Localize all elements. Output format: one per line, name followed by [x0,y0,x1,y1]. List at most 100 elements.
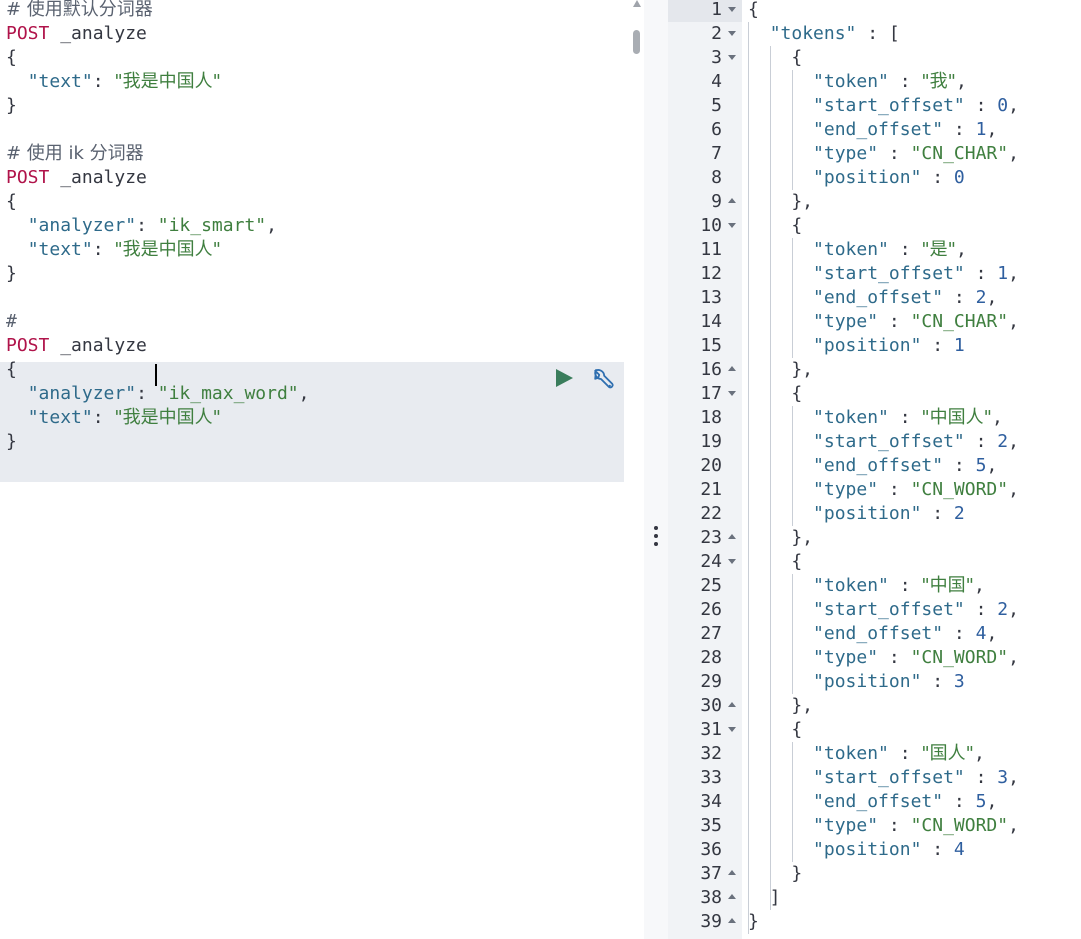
request-line[interactable]: POST _analyze [6,334,626,358]
gutter-line: 36 [668,838,742,862]
request-line[interactable] [6,286,626,310]
code-token-key: "end_offset" [813,119,944,140]
code-token-punct [748,263,813,284]
code-token-punct: }, [748,359,814,380]
gutter-line: 10 [668,214,742,238]
request-editor[interactable]: # 使用默认分词器 POST _analyze{ "text": "我是中国人"}… [0,0,644,939]
code-token-punct: , [991,407,1003,428]
code-token-key: "start_offset" [813,263,965,284]
request-line[interactable]: } [6,94,626,118]
gutter-line: 2 [668,22,742,46]
line-number: 30 [700,695,722,716]
code-token-key: "text" [27,407,93,428]
request-settings-button[interactable] [590,366,616,392]
code-token-key: "analyzer" [27,215,137,236]
code-token-punct [6,383,28,404]
fold-caret-down-icon[interactable] [728,727,736,732]
code-token-punct: : [964,431,998,452]
line-number: 9 [711,191,722,212]
fold-caret-down-icon[interactable] [728,391,736,396]
request-line[interactable]: } [6,262,626,286]
fold-caret-up-icon[interactable] [728,894,736,899]
code-token-punct: }, [748,191,814,212]
request-line[interactable]: POST _analyze [6,166,626,190]
code-token-num: 3 [997,767,1009,788]
fold-caret-up-icon[interactable] [728,918,736,923]
gutter-line: 26 [668,598,742,622]
gutter-line: 30 [668,694,742,718]
code-token-punct: { [748,47,803,68]
code-token-brace: { [6,191,17,212]
code-token-punct [748,623,813,644]
fold-caret-down-icon[interactable] [728,559,736,564]
code-token-punct: }, [748,527,814,548]
line-number: 13 [700,287,722,308]
line-number: 6 [711,119,722,140]
request-editor-lines: # 使用默认分词器 POST _analyze{ "text": "我是中国人"}… [6,0,626,454]
fold-caret-down-icon[interactable] [728,31,736,36]
fold-caret-down-icon[interactable] [728,223,736,228]
request-line[interactable]: "text": "我是中国人" [6,406,626,430]
fold-caret-up-icon[interactable] [728,702,736,707]
code-token-key: "start_offset" [813,95,965,116]
code-token-key: "text" [27,71,93,92]
gutter-line: 24 [668,550,742,574]
request-line[interactable]: { [6,358,626,382]
code-token-str: "中国人" [921,407,992,428]
code-token-punct [748,791,813,812]
code-token-punct: , [1008,815,1019,836]
request-line[interactable]: "text": "我是中国人" [6,70,626,94]
response-line: }, [748,694,813,718]
request-line[interactable]: POST _analyze [6,22,626,46]
code-token-num: 5 [975,791,987,812]
code-token-punct: , [986,623,998,644]
code-token-punct [748,503,813,524]
fold-caret-up-icon[interactable] [728,366,736,371]
send-request-button[interactable] [552,366,576,390]
code-token-key: "token" [813,239,889,260]
code-token-punct [748,815,813,836]
request-line[interactable]: # 使用默认分词器 [6,0,626,22]
request-line[interactable]: "analyzer": "ik_max_word", [6,382,626,406]
fold-caret-down-icon[interactable] [728,55,736,60]
pane-resizer[interactable] [644,0,668,939]
code-token-key: "tokens" [769,23,857,44]
gutter-line: 33 [668,766,742,790]
code-token-punct: : [888,239,922,260]
request-line[interactable] [6,118,626,142]
fold-caret-down-icon[interactable] [728,7,736,12]
fold-caret-up-icon[interactable] [728,534,736,539]
response-viewer[interactable]: 1 2 3 4 5 6 7 8 9 10 11 12 13 14 15 16 17 18 19 20 21 22 23 24 2… [668,0,1081,939]
gutter-line: 5 [668,94,742,118]
code-token-url: _analyze [49,23,147,44]
gutter-line: 3 [668,46,742,70]
code-token-punct: : [921,167,954,188]
scrollbar-thumb[interactable] [633,30,640,54]
code-token-comment: # [6,311,17,332]
request-line[interactable]: # 使用 ik 分词器 [6,142,626,166]
request-line[interactable]: } [6,430,626,454]
request-line[interactable]: { [6,46,626,70]
request-editor-scrollbar[interactable] [630,0,644,939]
line-number: 12 [700,263,722,284]
request-line[interactable]: { [6,190,626,214]
response-line: { [748,550,802,574]
scroll-up-icon[interactable] [633,0,641,7]
code-token-key: "position" [813,671,922,692]
code-token-punct: : [136,383,158,404]
code-token-key: "token" [813,575,889,596]
code-token-key: "type" [813,647,879,668]
request-line[interactable]: "text": "我是中国人" [6,238,626,262]
line-number: 17 [700,383,722,404]
response-line: "token" : "中国人", [748,406,1003,430]
request-line[interactable]: # [6,310,626,334]
line-number: 32 [700,743,722,764]
code-token-str: "我" [921,71,956,92]
code-token-str: "CN_CHAR" [910,311,1009,332]
fold-caret-up-icon[interactable] [728,198,736,203]
code-token-key: "text" [27,239,93,260]
response-line: { [748,382,802,406]
fold-caret-up-icon[interactable] [728,870,736,875]
request-line[interactable]: "analyzer": "ik_smart", [6,214,626,238]
code-token-str: "CN_WORD" [910,479,1009,500]
